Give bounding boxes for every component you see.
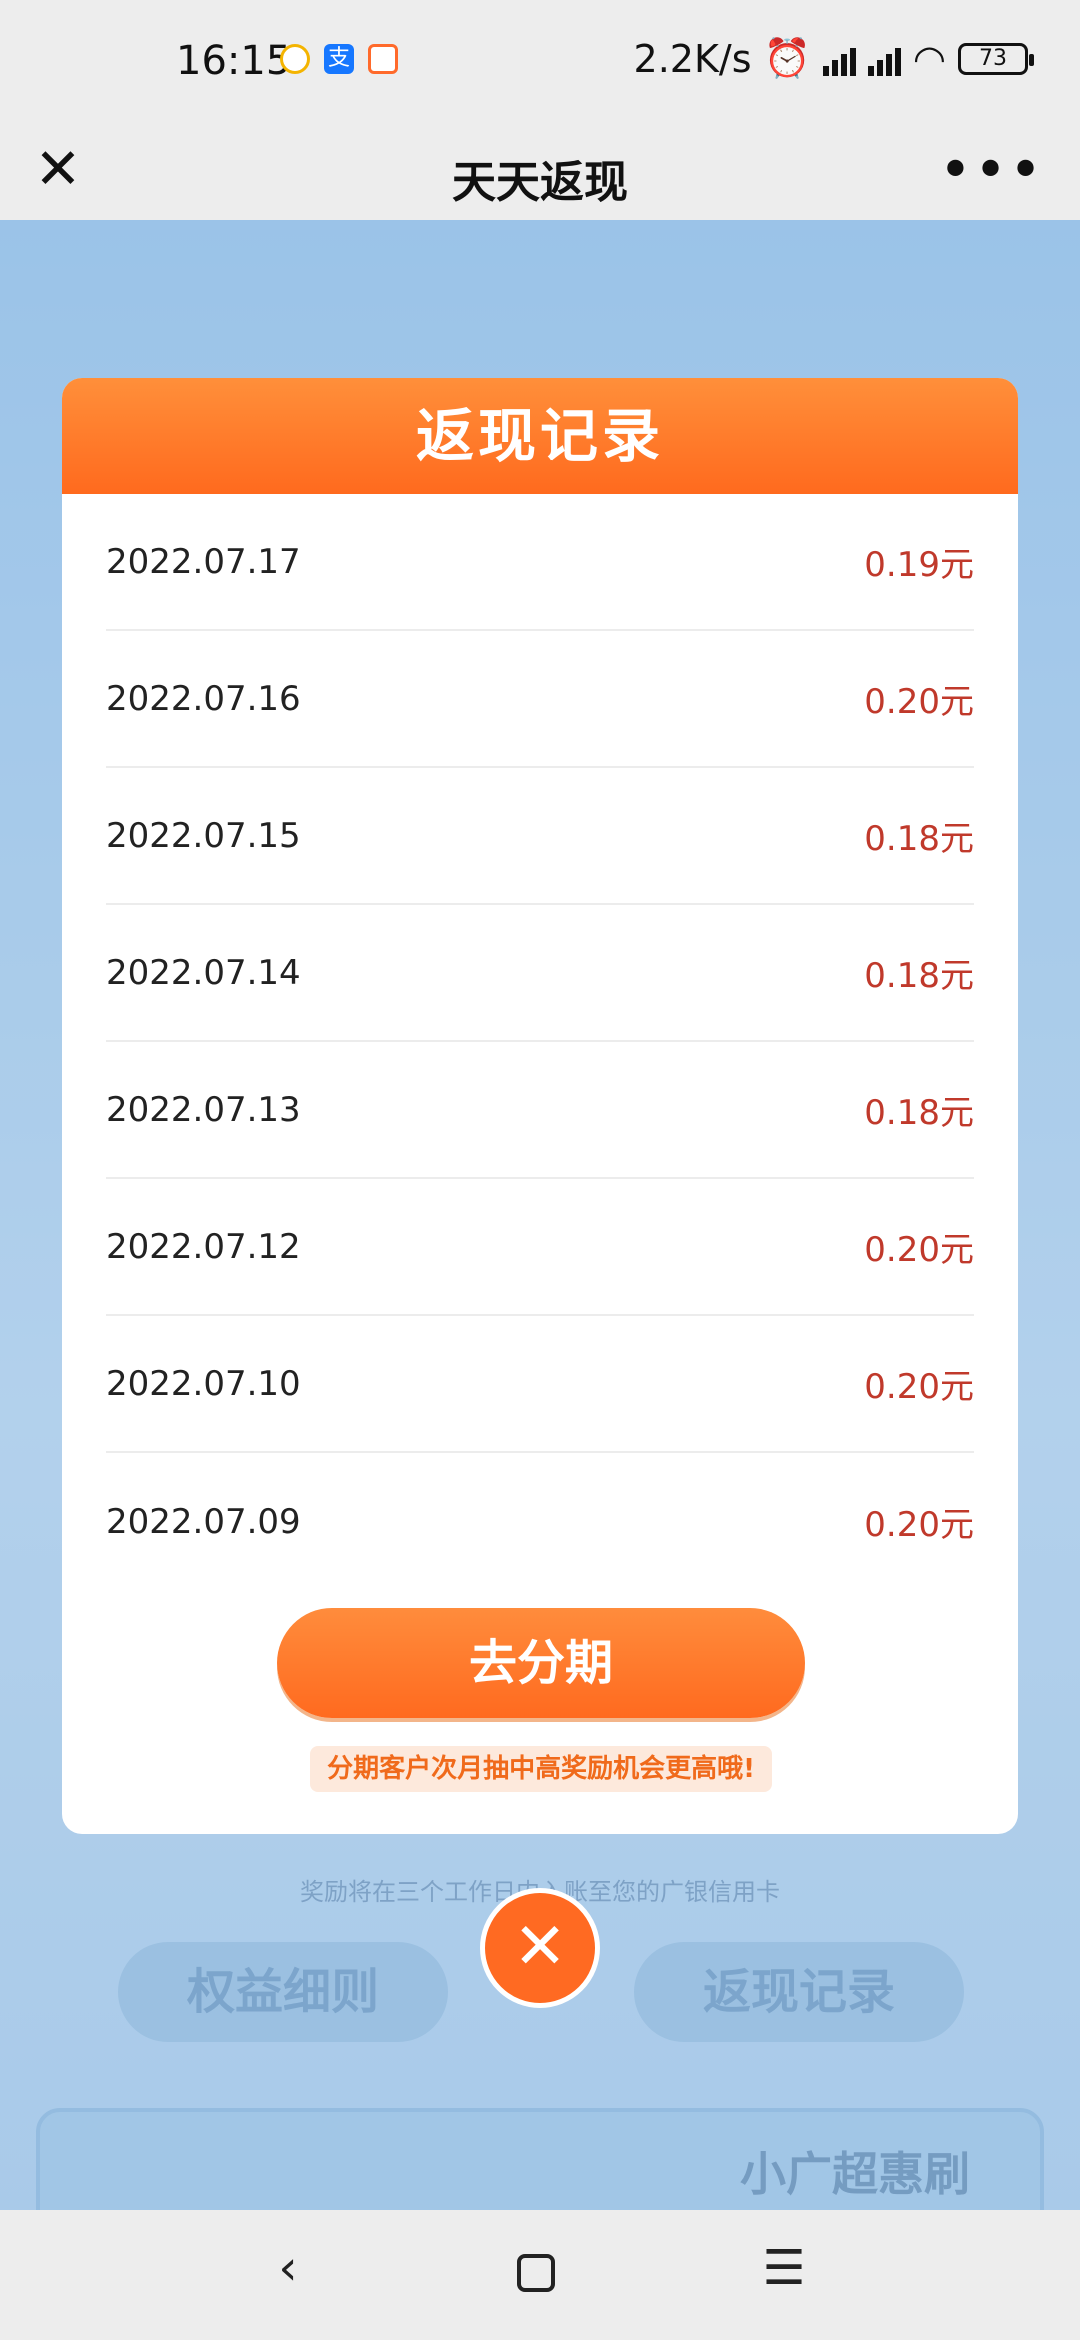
record-row: 2022.07.10 0.20元 [106, 1316, 974, 1453]
record-row: 2022.07.12 0.20元 [106, 1179, 974, 1316]
record-date: 2022.07.14 [106, 952, 301, 993]
status-app-icons: 支 [280, 44, 398, 74]
record-amount: 0.18元 [864, 1093, 974, 1133]
installment-button[interactable]: 去分期 [277, 1608, 805, 1718]
status-time: 16:15 [176, 38, 292, 84]
installment-note: 分期客户次月抽中高奖励机会更高哦! [310, 1746, 772, 1792]
notification-app-icon [368, 44, 398, 74]
status-bar: 16:15 支 2.2K/s ⏰ ◠ 73 [0, 0, 1080, 120]
record-row: 2022.07.15 0.18元 [106, 768, 974, 905]
record-amount: 0.20元 [864, 1230, 974, 1270]
notification-app-icon [280, 44, 310, 74]
battery-icon: 73 [958, 42, 1034, 75]
record-row: 2022.07.14 0.18元 [106, 905, 974, 1042]
modal-header: 返现记录 [62, 378, 1018, 494]
back-icon[interactable]: ‹ [248, 2240, 328, 2310]
record-list: 2022.07.17 0.19元 2022.07.16 0.20元 2022.0… [62, 494, 1018, 1590]
record-date: 2022.07.16 [106, 678, 301, 719]
system-nav-bar: ‹ ☰ [0, 2210, 1080, 2340]
more-dots-icon[interactable]: ••• [939, 138, 1044, 203]
record-date: 2022.07.13 [106, 1089, 301, 1130]
record-amount: 0.18元 [864, 956, 974, 996]
close-modal-icon[interactable]: ✕ [480, 1888, 600, 2008]
record-row: 2022.07.17 0.19元 [106, 494, 974, 631]
signal-icon [867, 42, 901, 76]
signal-icon [822, 42, 856, 76]
page-title: 天天返现 [452, 157, 628, 208]
record-amount: 0.20元 [864, 682, 974, 722]
record-date: 2022.07.15 [106, 815, 301, 856]
record-date: 2022.07.09 [106, 1501, 301, 1542]
record-amount: 0.20元 [864, 1505, 974, 1545]
modal-title: 返现记录 [415, 402, 664, 470]
nav-bar: ✕ 天天返现 ••• [0, 120, 1080, 220]
record-row: 2022.07.13 0.18元 [106, 1042, 974, 1179]
alipay-icon: 支 [324, 44, 354, 74]
cashback-records-modal: 返现记录 2022.07.17 0.19元 2022.07.16 0.20元 2… [62, 378, 1018, 1834]
network-speed: 2.2K/s [633, 36, 752, 81]
menu-icon[interactable]: ☰ [744, 2240, 824, 2310]
record-date: 2022.07.17 [106, 541, 301, 582]
wifi-icon: ◠ [912, 36, 946, 81]
record-date: 2022.07.10 [106, 1363, 301, 1404]
record-amount: 0.20元 [864, 1367, 974, 1407]
record-row: 2022.07.16 0.20元 [106, 631, 974, 768]
alarm-icon: ⏰ [763, 36, 811, 80]
status-right: 2.2K/s ⏰ ◠ 73 [633, 36, 1034, 81]
record-row: 2022.07.09 0.20元 [106, 1453, 974, 1590]
record-date: 2022.07.12 [106, 1226, 301, 1267]
record-amount: 0.18元 [864, 819, 974, 859]
record-amount: 0.19元 [864, 545, 974, 585]
home-icon[interactable] [496, 2240, 576, 2310]
